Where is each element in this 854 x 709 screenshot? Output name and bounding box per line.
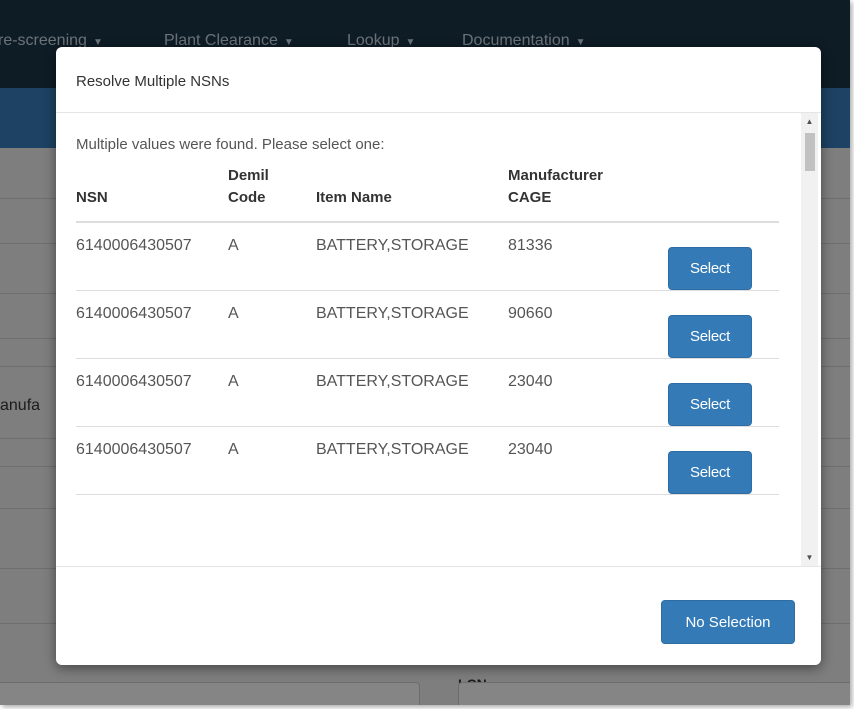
modal-title: Resolve Multiple NSNs: [76, 73, 230, 90]
cage-header-line1: Manufacturer: [508, 167, 604, 184]
demil-cell: A: [228, 358, 316, 427]
demil-cell: A: [228, 290, 316, 359]
modal-footer: No Selection: [56, 566, 821, 665]
select-button[interactable]: Select: [668, 315, 752, 358]
nsn-cell: 6140006430507: [76, 426, 228, 495]
action-cell: Select: [668, 358, 779, 427]
action-cell: Select: [668, 290, 779, 359]
cage-header-line2: CAGE: [508, 189, 552, 206]
nsn-table: NSN Demil Code Item Name Manufacturer CAGE…: [76, 165, 779, 495]
action-cell: Select: [668, 222, 779, 291]
table-row: 6140006430507 A BATTERY,STORAGE 23040 Se…: [76, 426, 779, 495]
modal-header: Resolve Multiple NSNs: [56, 47, 821, 113]
instruction-text: Multiple values were found. Please selec…: [76, 136, 385, 153]
cage-cell: 90660: [508, 290, 668, 359]
cage-cell: 81336: [508, 222, 668, 291]
resolve-nsn-modal: Resolve Multiple NSNs Multiple values we…: [56, 47, 821, 665]
column-header-item-name: Item Name: [316, 165, 508, 223]
no-selection-button[interactable]: No Selection: [661, 600, 795, 644]
demil-cell: A: [228, 222, 316, 291]
nsn-cell: 6140006430507: [76, 290, 228, 359]
scrollbar-thumb[interactable]: [805, 133, 815, 171]
table-row: 6140006430507 A BATTERY,STORAGE 23040 Se…: [76, 358, 779, 427]
table-header-row: NSN Demil Code Item Name Manufacturer CAGE: [76, 165, 779, 223]
modal-scrollbar[interactable]: ▲ ▼: [801, 113, 818, 566]
table-row: 6140006430507 A BATTERY,STORAGE 90660 Se…: [76, 290, 779, 359]
column-header-nsn: NSN: [76, 165, 228, 223]
item-name-cell: BATTERY,STORAGE: [316, 358, 508, 427]
app-window: re-screening ▼ Plant Clearance ▼ Lookup ▼ D…: [0, 0, 850, 705]
scroll-down-arrow-icon[interactable]: ▼: [801, 549, 818, 566]
cage-cell: 23040: [508, 358, 668, 427]
scroll-up-arrow-icon[interactable]: ▲: [801, 113, 818, 130]
column-header-demil-code: Demil Code: [228, 165, 316, 223]
nsn-cell: 6140006430507: [76, 358, 228, 427]
select-button[interactable]: Select: [668, 247, 752, 290]
item-name-cell: BATTERY,STORAGE: [316, 222, 508, 291]
cage-cell: 23040: [508, 426, 668, 495]
column-header-manufacturer-cage: Manufacturer CAGE: [508, 165, 668, 223]
column-header-action: [668, 165, 779, 223]
nsn-cell: 6140006430507: [76, 222, 228, 291]
demil-header-line1: Demil: [228, 167, 269, 184]
demil-cell: A: [228, 426, 316, 495]
demil-header-line2: Code: [228, 189, 266, 206]
modal-body: Multiple values were found. Please selec…: [56, 113, 821, 566]
table-row: 6140006430507 A BATTERY,STORAGE 81336 Se…: [76, 222, 779, 291]
action-cell: Select: [668, 426, 779, 495]
select-button[interactable]: Select: [668, 383, 752, 426]
item-name-cell: BATTERY,STORAGE: [316, 426, 508, 495]
select-button[interactable]: Select: [668, 451, 752, 494]
item-name-cell: BATTERY,STORAGE: [316, 290, 508, 359]
